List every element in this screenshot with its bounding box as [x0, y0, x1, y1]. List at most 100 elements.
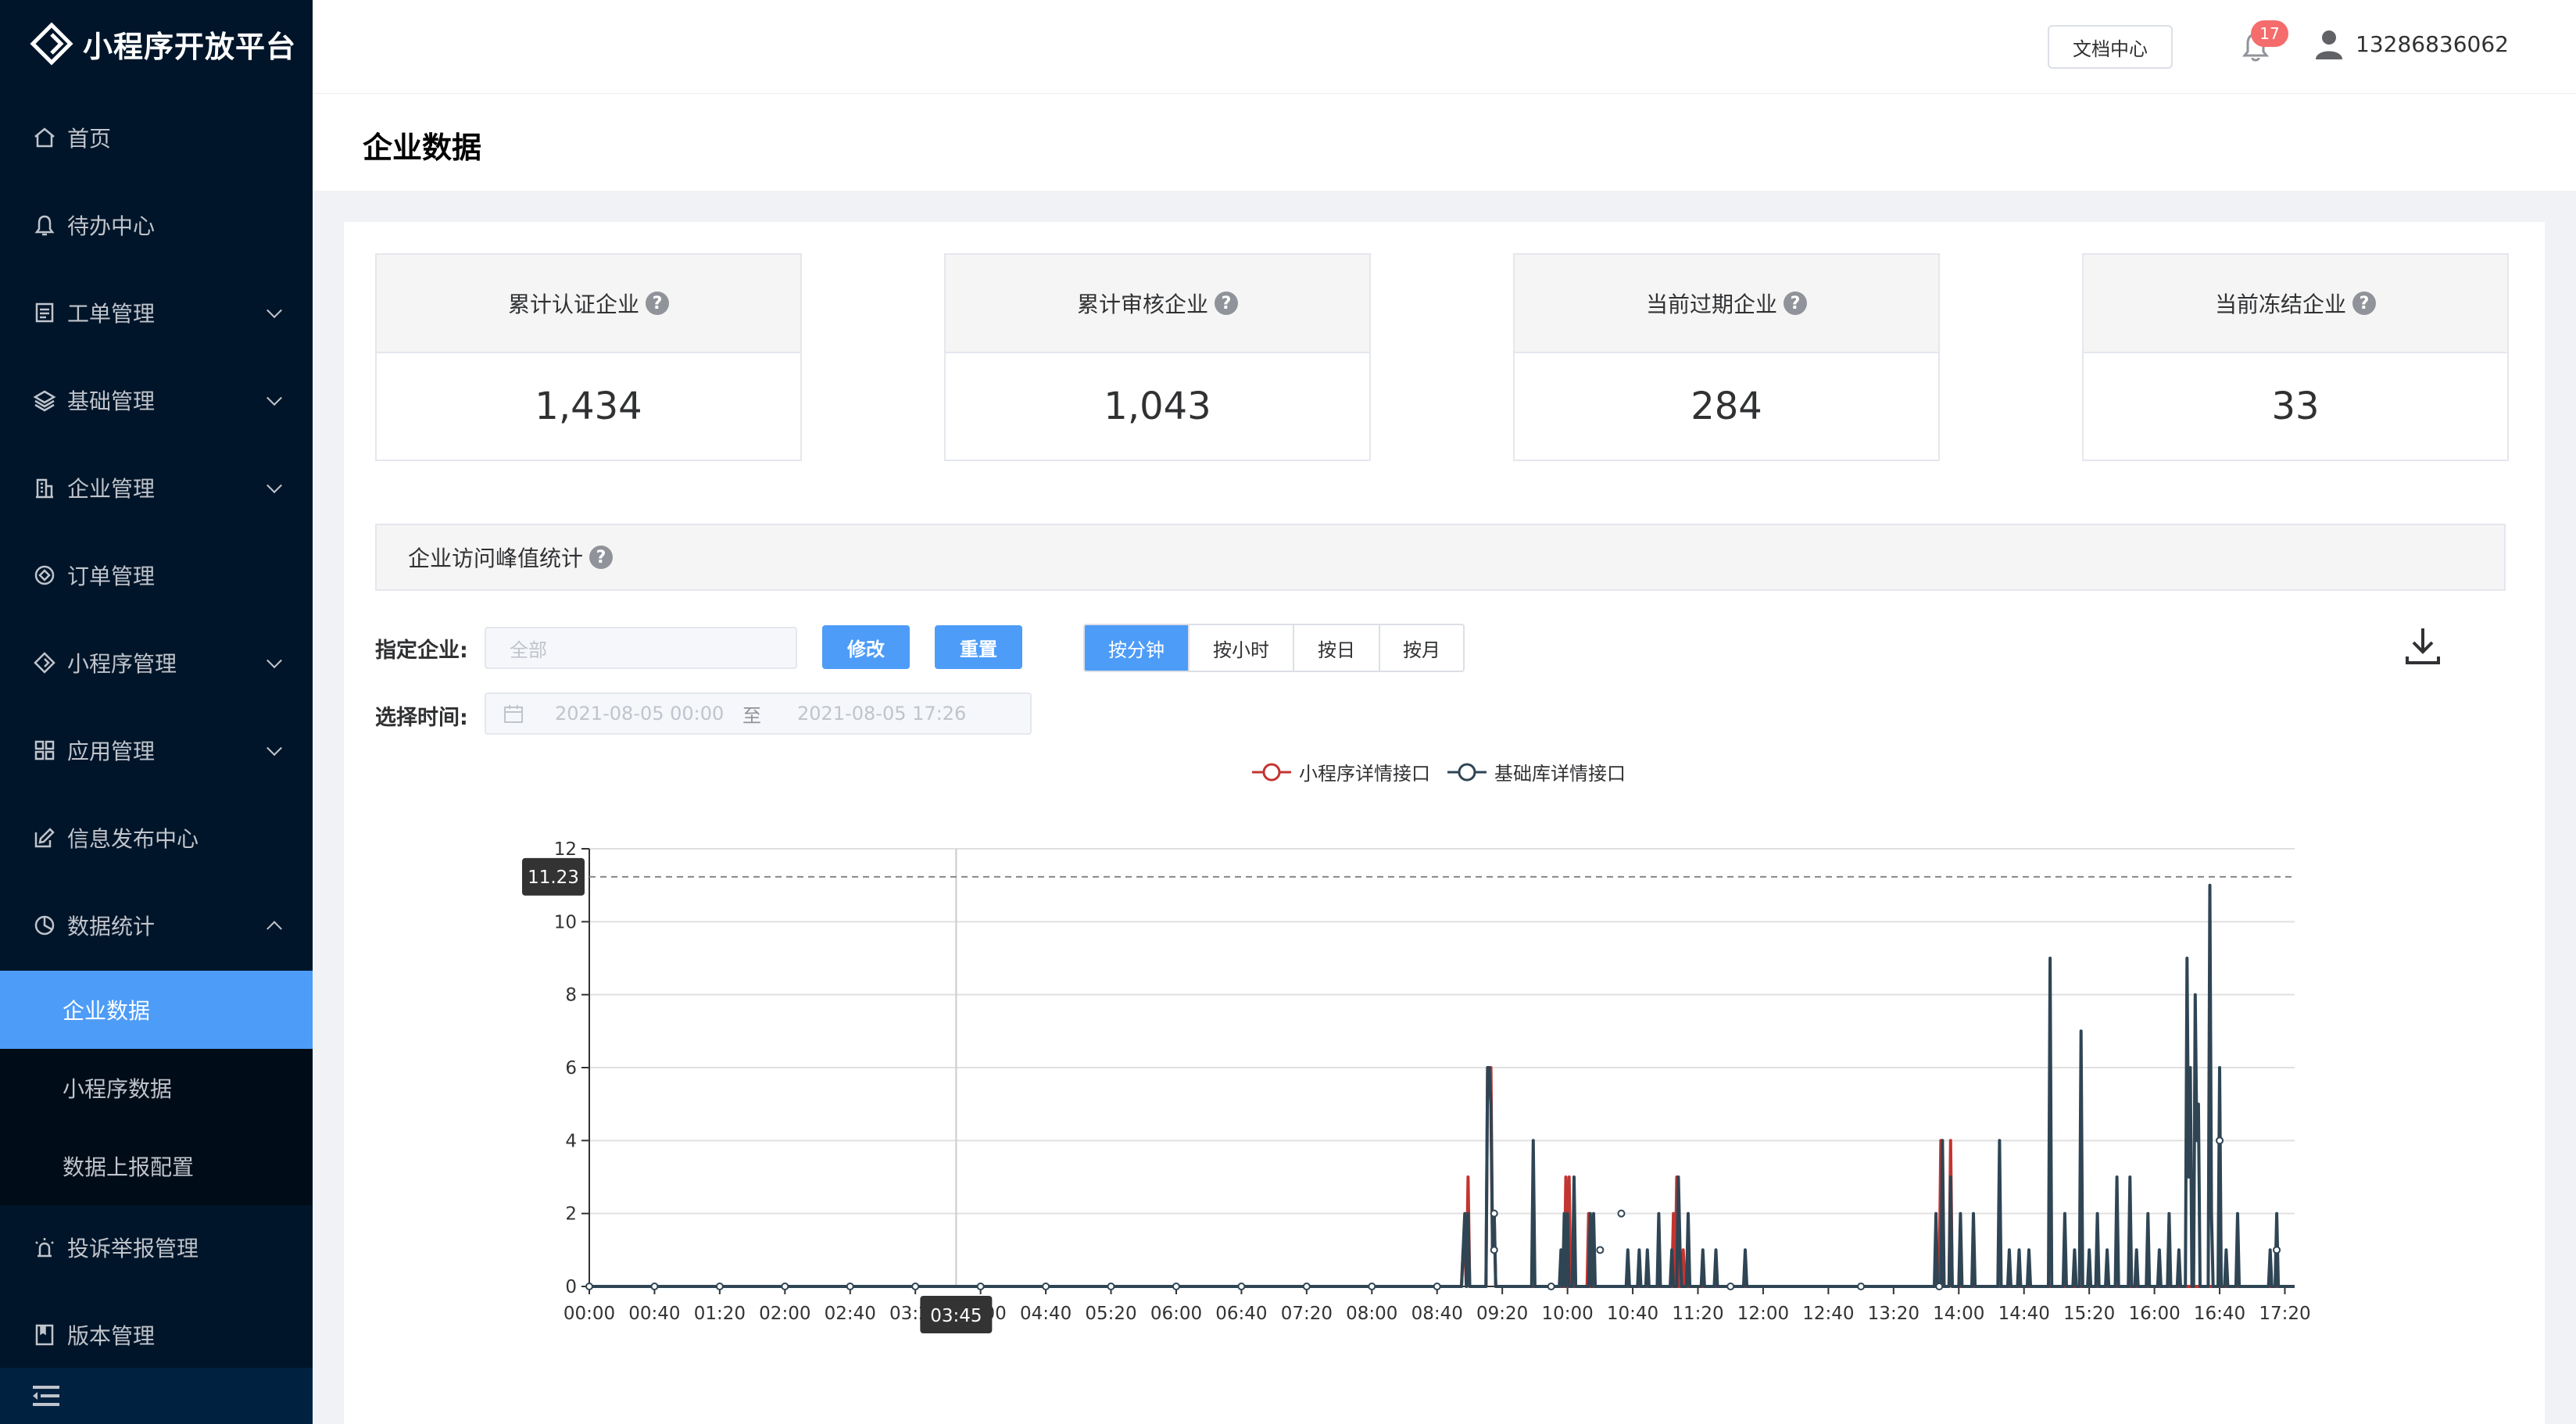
sidebar-item-9[interactable]: 数据统计 — [0, 889, 313, 961]
sidebar-item-1[interactable]: 待办中心 — [0, 189, 313, 261]
data-point — [1935, 1283, 1944, 1290]
data-point — [1596, 1246, 1605, 1254]
sidebar-item-4[interactable]: 企业管理 — [0, 452, 313, 524]
data-point — [1042, 1283, 1050, 1290]
sidebar-item-7[interactable]: 应用管理 — [0, 714, 313, 786]
x-tick-label: 00:40 — [628, 1304, 680, 1324]
data-point — [846, 1283, 854, 1290]
sidebar-subitem-1[interactable]: 小程序数据 — [0, 1049, 313, 1127]
data-point — [1368, 1283, 1376, 1290]
x-tick-label: 13:20 — [1868, 1304, 1919, 1324]
sidebar-item-10[interactable]: 投诉举报管理 — [0, 1211, 313, 1283]
data-point — [1433, 1283, 1441, 1290]
sidebar-item-label: 订单管理 — [67, 564, 156, 589]
x-tick-label: 06:40 — [1215, 1304, 1267, 1324]
x-tick-label: 00:00 — [564, 1304, 615, 1324]
chevron-down-icon — [267, 390, 282, 406]
x-tick-label: 07:20 — [1281, 1304, 1333, 1324]
line-chart[interactable]: 02468101200:00 00:40 01:20 02:00 02:40 03:20 0… — [344, 222, 2545, 1424]
x-tick-label: 01:20 — [694, 1304, 746, 1324]
sidebar-item-label: 小程序管理 — [67, 651, 177, 677]
x-tick-label: 12:40 — [1802, 1304, 1854, 1324]
data-point — [1172, 1283, 1180, 1290]
data-point — [1547, 1283, 1555, 1290]
doc-center-button[interactable]: 文档中心 — [2048, 25, 2173, 69]
user-menu[interactable]: 13286836062 — [2313, 28, 2509, 59]
data-point — [1302, 1283, 1311, 1290]
diamond-icon — [34, 652, 55, 674]
data-point — [715, 1283, 724, 1290]
y-tick-label: 10 — [554, 912, 577, 932]
y-tick-label: 2 — [565, 1204, 577, 1225]
x-tick-label: 16:00 — [2128, 1304, 2180, 1324]
sidebar-item-6[interactable]: 小程序管理 — [0, 627, 313, 699]
sidebar-item-3[interactable]: 基础管理 — [0, 364, 313, 436]
sidebar-item-11[interactable]: 版本管理 — [0, 1299, 313, 1371]
grid-icon — [34, 740, 55, 760]
notification-badge: 17 — [2251, 20, 2288, 47]
pie-icon — [34, 915, 55, 936]
sidebar-item-8[interactable]: 信息发布中心 — [0, 802, 313, 874]
x-tick-label: 06:00 — [1150, 1304, 1202, 1324]
sidebar-item-label: 投诉举报管理 — [67, 1236, 199, 1261]
x-tick-label: 16:40 — [2194, 1304, 2245, 1324]
data-point — [2273, 1246, 2281, 1254]
sidebar-subitem-0[interactable]: 企业数据 — [0, 971, 313, 1049]
sidebar-item-label: 数据统计 — [67, 914, 156, 939]
ticket-icon — [35, 302, 54, 323]
sidebar-item-0[interactable]: 首页 — [0, 102, 313, 174]
sidebar-item-label: 首页 — [67, 126, 112, 152]
sidebar-item-label: 工单管理 — [67, 301, 156, 327]
sidebar-item-5[interactable]: 订单管理 — [0, 539, 313, 611]
y-tick-label: 4 — [565, 1131, 577, 1151]
sidebar-item-label: 待办中心 — [67, 213, 156, 239]
series-line-1 — [589, 883, 2295, 1288]
data-point — [976, 1283, 985, 1290]
x-tick-label: 05:20 — [1085, 1304, 1136, 1324]
book-icon — [35, 1324, 54, 1346]
x-tick-label: 08:40 — [1411, 1304, 1463, 1324]
sidebar-item-2[interactable]: 工单管理 — [0, 277, 313, 349]
x-tick-label: 10:00 — [1541, 1304, 1593, 1324]
alarm-icon — [35, 1238, 54, 1258]
x-tick-label: 12:00 — [1737, 1304, 1789, 1324]
series-line-0 — [589, 1066, 2295, 1288]
data-point — [1617, 1209, 1626, 1218]
page-title-bar: 企业数据 — [313, 94, 2576, 191]
data-point — [1490, 1246, 1498, 1254]
sidebar-item-label: 应用管理 — [67, 739, 156, 764]
y-tick-label: 0 — [565, 1277, 577, 1297]
data-point — [1726, 1283, 1735, 1290]
x-tick-label: 09:20 — [1476, 1304, 1528, 1324]
data-point — [781, 1283, 789, 1290]
x-tick-label: 02:00 — [759, 1304, 810, 1324]
x-pointer-label: 03:45 — [930, 1306, 982, 1326]
logo-icon — [30, 22, 73, 66]
order-icon — [34, 565, 55, 585]
x-tick-label: 02:40 — [825, 1304, 876, 1324]
x-tick-label: 14:40 — [1998, 1304, 2050, 1324]
sidebar-subitem-label: 小程序数据 — [63, 1076, 173, 1102]
chevron-down-icon — [267, 478, 282, 494]
sidebar-subitem-label: 数据上报配置 — [63, 1154, 195, 1180]
data-point — [2216, 1136, 2224, 1145]
data-point — [1107, 1283, 1115, 1290]
sidebar-item-label: 基础管理 — [67, 388, 156, 414]
sidebar-subitem-2[interactable]: 数据上报配置 — [0, 1127, 313, 1205]
sidebar-item-label: 企业管理 — [67, 476, 156, 502]
y-tick-label: 12 — [554, 839, 577, 860]
y-tick-label: 6 — [565, 1058, 577, 1079]
x-tick-label: 17:20 — [2259, 1304, 2310, 1324]
chevron-up-icon — [267, 921, 282, 937]
sidebar-collapse-button[interactable] — [0, 1368, 313, 1424]
username: 13286836062 — [2356, 30, 2509, 57]
page-title: 企业数据 — [363, 131, 482, 165]
app-logo[interactable]: 小程序开放平台 — [30, 20, 296, 67]
chevron-down-icon — [267, 302, 282, 319]
sidebar-subitem-label: 企业数据 — [63, 998, 151, 1024]
home-icon — [34, 127, 55, 148]
sidebar: 小程序开放平台 首页待办中心工单管理基础管理企业管理订单管理小程序管理应用管理信… — [0, 0, 313, 1424]
app-title: 小程序开放平台 — [83, 29, 297, 64]
y-pointer-label: 11.23 — [528, 868, 579, 888]
sidebar-item-label: 版本管理 — [67, 1323, 156, 1349]
